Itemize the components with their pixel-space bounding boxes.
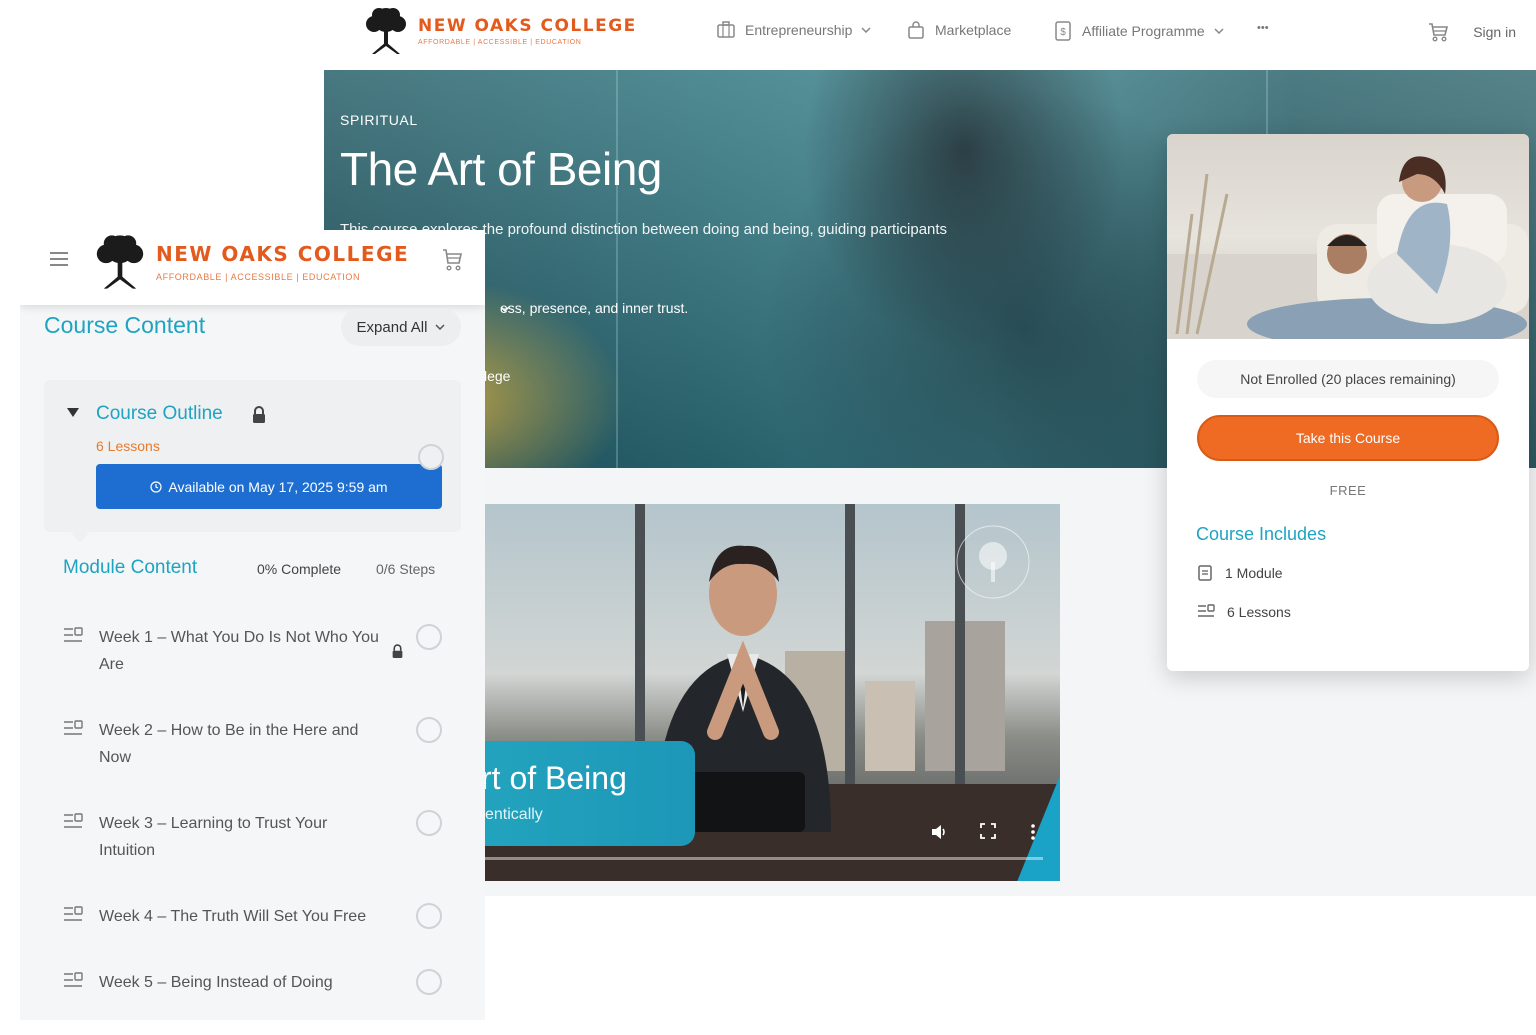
sign-in-link[interactable]: Sign in bbox=[1473, 24, 1516, 40]
lessons-icon bbox=[1198, 604, 1215, 617]
oak-tree-icon bbox=[366, 8, 406, 54]
expand-all-label: Expand All bbox=[356, 318, 428, 336]
svg-text:$: $ bbox=[1060, 27, 1066, 38]
includes-module-label: 1 Module bbox=[1225, 565, 1283, 581]
course-description-fragment: ess, presence, and inner trust. bbox=[500, 300, 688, 316]
background-building bbox=[865, 681, 915, 771]
lock-icon bbox=[392, 644, 403, 658]
more-menu-button[interactable]: ••• bbox=[1257, 22, 1269, 34]
brand-logo[interactable]: NEW OAKS COLLEGE AFFORDABLE | ACCESSIBLE… bbox=[362, 6, 637, 56]
includes-module-item: 1 Module bbox=[1197, 564, 1283, 582]
brand-tagline: AFFORDABLE | ACCESSIBLE | EDUCATION bbox=[156, 272, 361, 282]
briefcase-icon bbox=[717, 21, 735, 38]
nav-marketplace-label: Marketplace bbox=[935, 22, 1012, 38]
couple-on-sofa-image bbox=[1167, 156, 1529, 339]
oak-tree-icon bbox=[96, 235, 144, 289]
nav-affiliate-label: Affiliate Programme bbox=[1082, 23, 1205, 39]
brand-name: NEW OAKS COLLEGE bbox=[156, 242, 410, 266]
cart-icon[interactable] bbox=[1426, 20, 1450, 44]
chevron-down-icon bbox=[861, 27, 871, 33]
window-frame-line bbox=[616, 70, 618, 468]
dollar-doc-icon: $ bbox=[1055, 21, 1071, 41]
shopping-bag-icon bbox=[908, 21, 924, 39]
lesson-count: 6 Lessons bbox=[96, 438, 160, 454]
course-description-line2: ess, presence, and inner trust. bbox=[500, 300, 689, 316]
mobile-brand-logo[interactable]: NEW OAKS COLLEGE AFFORDABLE | ACCESSIBLE… bbox=[92, 233, 409, 291]
course-category: SPIRITUAL bbox=[340, 112, 418, 128]
video-banner-title: rt of Being bbox=[485, 760, 627, 796]
course-includes-heading: Course Includes bbox=[1196, 524, 1327, 544]
collapse-caret-icon[interactable] bbox=[67, 408, 79, 417]
module-content-heading: Module Content bbox=[63, 557, 198, 578]
lesson-title: Week 3 – Learning to Trust Your Intuitio… bbox=[99, 815, 328, 859]
outline-pointer bbox=[71, 525, 89, 543]
lock-icon bbox=[253, 406, 265, 423]
more-options-icon[interactable] bbox=[1029, 822, 1037, 842]
volume-icon[interactable] bbox=[929, 822, 949, 842]
lesson-completion-circle bbox=[416, 903, 442, 929]
lesson-item-week-3[interactable]: Week 3 – Learning to Trust Your Intuitio… bbox=[63, 810, 453, 866]
outline-completion-circle bbox=[418, 444, 444, 470]
mobile-header: NEW OAKS COLLEGE AFFORDABLE | ACCESSIBLE… bbox=[20, 230, 485, 305]
lesson-list-icon bbox=[64, 972, 83, 987]
lesson-completion-circle bbox=[416, 624, 442, 650]
lesson-title: Week 1 – What You Do Is Not Who You Are bbox=[99, 629, 379, 673]
lesson-list-icon bbox=[64, 906, 83, 921]
brand-tagline: AFFORDABLE | ACCESSIBLE | EDUCATION bbox=[418, 39, 582, 46]
chevron-down-icon bbox=[1214, 28, 1224, 34]
availability-text: Available on May 17, 2025 9:59 am bbox=[168, 478, 388, 495]
clock-icon bbox=[150, 480, 162, 493]
lesson-item-week-2[interactable]: Week 2 – How to Be in the Here and Now bbox=[63, 717, 453, 773]
module-steps-count: 0/6 Steps bbox=[376, 561, 436, 577]
fullscreen-icon[interactable] bbox=[979, 822, 997, 840]
mobile-course-content-panel: NEW OAKS COLLEGE AFFORDABLE | ACCESSIBLE… bbox=[20, 230, 485, 1020]
module-icon bbox=[1198, 565, 1212, 581]
includes-lessons-item: 6 Lessons bbox=[1197, 604, 1291, 620]
video-banner-subtitle: entically bbox=[485, 806, 543, 823]
watermark-logo-icon bbox=[956, 525, 1030, 599]
chevron-down-icon bbox=[435, 324, 445, 330]
lesson-completion-circle bbox=[416, 810, 442, 836]
lesson-title: Week 5 – Being Instead of Doing bbox=[99, 974, 333, 991]
course-outline-title: Course Outline bbox=[96, 403, 223, 424]
module-progress-percent: 0% Complete bbox=[257, 561, 342, 577]
includes-lessons-label: 6 Lessons bbox=[1227, 604, 1291, 620]
course-price: FREE bbox=[1329, 483, 1367, 498]
brand-name: NEW OAKS COLLEGE bbox=[418, 16, 637, 36]
course-outline-section[interactable]: Course Outline 6 Lessons Available on Ma… bbox=[44, 380, 461, 543]
expand-all-button[interactable]: Expand All bbox=[341, 308, 461, 346]
enrollment-status: Not Enrolled (20 places remaining) bbox=[1197, 360, 1499, 398]
hero-text-fragment: lege bbox=[484, 368, 511, 384]
video-progress-bar[interactable] bbox=[485, 857, 1043, 860]
enrollment-card: Not Enrolled (20 places remaining) Take … bbox=[1167, 134, 1529, 671]
nav-entrepreneurship[interactable]: Entrepreneurship bbox=[716, 20, 871, 40]
availability-badge: Available on May 17, 2025 9:59 am bbox=[96, 464, 442, 509]
nav-affiliate-programme[interactable]: $ Affiliate Programme bbox=[1053, 20, 1224, 42]
nav-marketplace[interactable]: Marketplace bbox=[906, 20, 1011, 40]
lesson-completion-circle bbox=[416, 969, 442, 995]
nav-entrepreneurship-label: Entrepreneurship bbox=[745, 22, 853, 38]
lesson-completion-circle bbox=[416, 717, 442, 743]
course-video-player[interactable]: rt of Being entically bbox=[485, 504, 1060, 881]
course-content-heading: Course Content bbox=[44, 312, 206, 338]
lesson-item-week-5[interactable]: Week 5 – Being Instead of Doing bbox=[63, 969, 453, 999]
top-navigation: NEW OAKS COLLEGE AFFORDABLE | ACCESSIBLE… bbox=[324, 0, 1536, 70]
hamburger-menu-icon[interactable] bbox=[50, 252, 68, 266]
course-thumbnail bbox=[1167, 134, 1529, 339]
lesson-list-icon bbox=[64, 720, 83, 735]
take-course-button[interactable]: Take this Course bbox=[1197, 415, 1499, 461]
lesson-item-week-4[interactable]: Week 4 – The Truth Will Set You Free bbox=[63, 903, 453, 933]
cart-icon[interactable] bbox=[440, 246, 464, 274]
lesson-title: Week 4 – The Truth Will Set You Free bbox=[99, 908, 367, 925]
more-label: ••• bbox=[1257, 22, 1269, 34]
lesson-title: Week 2 – How to Be in the Here and Now bbox=[99, 722, 359, 766]
lesson-list-icon bbox=[64, 813, 83, 828]
background-building bbox=[925, 621, 1005, 771]
chevron-down-icon[interactable] bbox=[500, 306, 510, 312]
course-title: The Art of Being bbox=[340, 143, 662, 195]
lesson-item-week-1[interactable]: Week 1 – What You Do Is Not Who You Are bbox=[63, 624, 453, 680]
lesson-list-icon bbox=[64, 627, 83, 642]
